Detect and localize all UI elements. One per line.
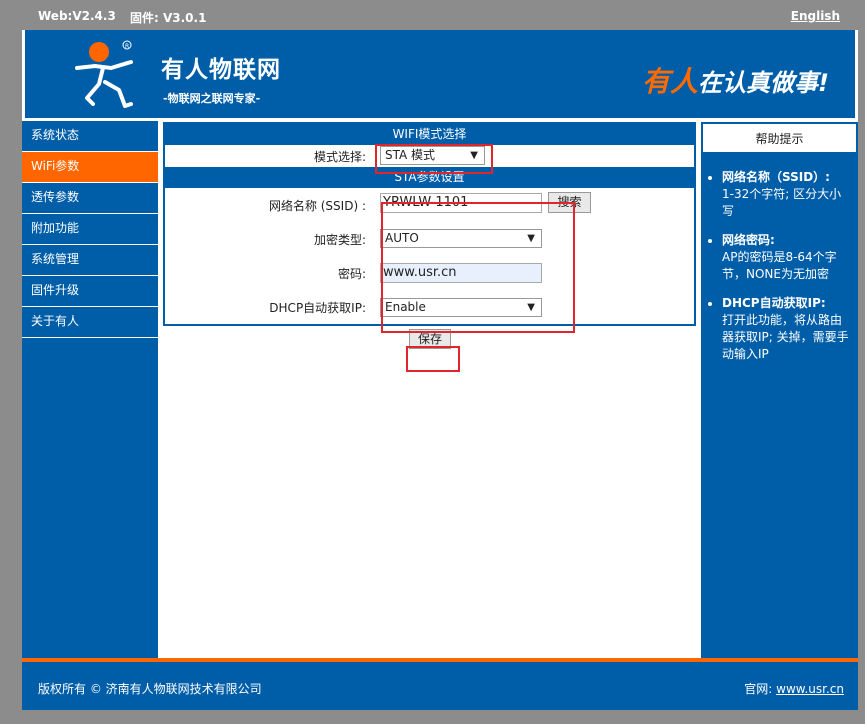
sidebar-item-wifi-params[interactable]: WiFi参数	[22, 152, 158, 183]
dropdown-arrow-icon: ▼	[527, 302, 535, 313]
top-bar: Web:V2.4.3 固件: V3.0.1 English	[22, 0, 858, 30]
dhcp-row: DHCP自动获取IP: Enable ▼	[165, 290, 694, 324]
help-item: 网络密码: AP的密码是8-64个字节，NONE为无加密	[722, 232, 851, 283]
mode-select-value: STA 模式	[385, 148, 436, 162]
settings-form: WIFI模式选择 模式选择: STA 模式 ▼ STA参数设置 网络名称 (SS…	[163, 122, 696, 326]
mode-row: 模式选择: STA 模式 ▼	[165, 145, 694, 167]
footer: 版权所有 © 济南有人物联网技术有限公司 官网: www.usr.cn	[22, 658, 858, 710]
sidebar-item-system-management[interactable]: 系统管理	[22, 245, 158, 276]
brand-name: 有人物联网	[161, 57, 281, 83]
sta-section-title: STA参数设置	[165, 167, 694, 188]
main-panel: WIFI模式选择 模式选择: STA 模式 ▼ STA参数设置 网络名称 (SS…	[163, 122, 696, 372]
web-version: Web:V2.4.3	[38, 9, 116, 23]
help-item-text: 打开此功能，将从路由器获取IP; 关掉，需要手动输入IP	[722, 313, 849, 361]
encryption-select[interactable]: AUTO ▼	[380, 229, 542, 248]
dhcp-label: DHCP自动获取IP:	[269, 301, 366, 315]
firmware-version: 固件: V3.0.1	[130, 11, 207, 25]
help-item-heading: 网络名称（SSID）:	[722, 170, 830, 184]
help-title: 帮助提示	[702, 123, 857, 153]
ssid-label: 网络名称 (SSID) :	[268, 199, 366, 213]
save-row: 保存	[163, 326, 696, 356]
password-label: 密码:	[337, 267, 366, 281]
brand-tagline: -物联网之联网专家-	[163, 92, 261, 105]
site-link[interactable]: www.usr.cn	[776, 682, 844, 696]
sidebar-item-system-status[interactable]: 系统状态	[22, 121, 158, 152]
encryption-row: 加密类型: AUTO ▼	[165, 222, 694, 256]
motto: 有人在认真做事!	[642, 60, 829, 100]
dhcp-select[interactable]: Enable ▼	[380, 298, 542, 317]
language-link[interactable]: English	[791, 9, 840, 23]
mode-label: 模式选择:	[313, 150, 366, 164]
motto-rest: 在认真做事!	[698, 69, 829, 97]
site-label: 官网:	[744, 682, 773, 696]
help-item-text: AP的密码是8-64个字节，NONE为无加密	[722, 250, 837, 281]
wifi-mode-section-title: WIFI模式选择	[165, 124, 694, 145]
svg-text:R: R	[125, 43, 129, 50]
encryption-label: 加密类型:	[313, 233, 366, 247]
search-button[interactable]: 搜索	[548, 192, 591, 213]
sidebar-item-extra-functions[interactable]: 附加功能	[22, 214, 158, 245]
password-row: 密码: www.usr.cn	[165, 256, 694, 290]
official-site: 官网: www.usr.cn	[744, 680, 844, 697]
encryption-select-value: AUTO	[385, 231, 419, 245]
dhcp-select-value: Enable	[385, 300, 426, 314]
motto-highlight: 有人	[642, 65, 699, 98]
help-item-text: 1-32个字符; 区分大小写	[722, 187, 842, 218]
copyright-text: 版权所有 © 济南有人物联网技术有限公司	[38, 682, 262, 696]
password-input[interactable]: www.usr.cn	[380, 263, 542, 283]
help-item-heading: DHCP自动获取IP:	[722, 296, 826, 310]
mode-select[interactable]: STA 模式 ▼	[380, 146, 485, 165]
help-item: DHCP自动获取IP: 打开此功能，将从路由器获取IP; 关掉，需要手动输入IP	[722, 295, 851, 363]
header: R 有人物联网 -物联网之联网专家- 有人在认真做事!	[22, 30, 858, 118]
help-panel: 帮助提示 网络名称（SSID）: 1-32个字符; 区分大小写 网络密码: AP的密…	[701, 122, 858, 658]
help-list: 网络名称（SSID）: 1-32个字符; 区分大小写 网络密码: AP的密码是8-6…	[702, 153, 857, 363]
content-area: 系统状态 WiFi参数 透传参数 附加功能 系统管理 固件升级 关于有人 WIF…	[22, 118, 858, 658]
sidebar-item-about[interactable]: 关于有人	[22, 307, 158, 338]
save-button[interactable]: 保存	[409, 329, 451, 349]
ssid-row: 网络名称 (SSID) : YRWLW-1101 搜索	[165, 188, 694, 222]
ssid-input[interactable]: YRWLW-1101	[380, 193, 542, 213]
sidebar-nav: 系统状态 WiFi参数 透传参数 附加功能 系统管理 固件升级 关于有人	[22, 118, 158, 658]
usr-logo-icon: R	[75, 40, 133, 108]
dropdown-arrow-icon: ▼	[527, 233, 535, 244]
sidebar-item-transparent-params[interactable]: 透传参数	[22, 183, 158, 214]
dropdown-arrow-icon: ▼	[470, 150, 478, 161]
sidebar-item-firmware-upgrade[interactable]: 固件升级	[22, 276, 158, 307]
help-item: 网络名称（SSID）: 1-32个字符; 区分大小写	[722, 169, 851, 220]
help-item-heading: 网络密码:	[722, 233, 775, 247]
